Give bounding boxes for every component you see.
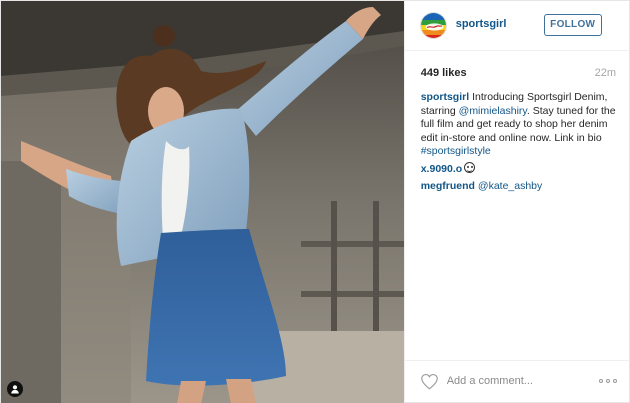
sportsgirl-logo-icon bbox=[420, 13, 446, 38]
likes-count[interactable]: 449 likes bbox=[421, 67, 467, 79]
person-icon bbox=[11, 385, 19, 394]
comment-username[interactable]: megfruend bbox=[421, 180, 475, 192]
post-username[interactable]: sportsgirl bbox=[456, 18, 507, 30]
comment-username[interactable]: sportsgirl bbox=[421, 91, 469, 103]
smiley-icon bbox=[464, 161, 476, 173]
dot bbox=[612, 379, 617, 383]
comments-list: sportsgirl Introducing Sportsgirl Denim,… bbox=[421, 91, 621, 196]
comment-item: x.9090.o bbox=[421, 161, 621, 177]
comment-username[interactable]: x.9090.o bbox=[421, 163, 462, 175]
comment-link[interactable]: #sportsgirlstyle bbox=[421, 145, 491, 157]
tagged-users-button[interactable] bbox=[7, 381, 23, 397]
avatar[interactable] bbox=[419, 12, 447, 39]
follow-button[interactable]: FOLLOW bbox=[543, 14, 602, 36]
dot bbox=[598, 379, 603, 383]
comment-item: sportsgirl Introducing Sportsgirl Denim,… bbox=[421, 91, 621, 159]
post-footer bbox=[404, 360, 630, 403]
post-header: sportsgirl FOLLOW bbox=[404, 1, 630, 51]
comment-link[interactable]: @kate_ashby bbox=[478, 180, 542, 192]
add-comment-input[interactable] bbox=[446, 375, 587, 387]
more-options-icon[interactable] bbox=[598, 379, 617, 383]
heart-icon[interactable] bbox=[420, 373, 439, 390]
dot bbox=[605, 379, 610, 383]
comment-link[interactable]: @mimielashiry bbox=[459, 105, 527, 117]
post-side-panel: sportsgirl FOLLOW 449 likes 22m sportsgi… bbox=[403, 1, 630, 403]
comment-item: megfruend @kate_ashby bbox=[421, 180, 621, 194]
post-time[interactable]: 22m bbox=[595, 67, 616, 79]
photo-image bbox=[1, 1, 404, 403]
post-photo[interactable] bbox=[1, 1, 404, 403]
instagram-post: sportsgirl FOLLOW 449 likes 22m sportsgi… bbox=[0, 0, 630, 403]
